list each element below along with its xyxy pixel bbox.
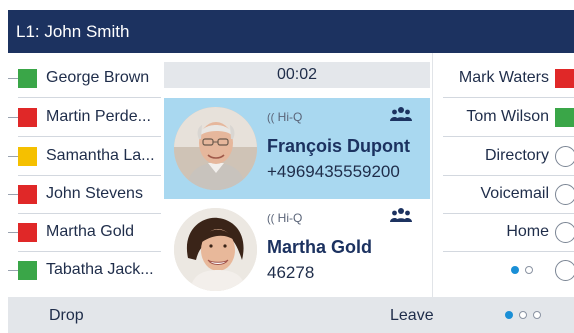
- line-key-martha-gold[interactable]: Martha Gold: [8, 213, 161, 251]
- page-dot-active: [505, 311, 513, 319]
- page-dot: [519, 311, 527, 319]
- avatar: [174, 208, 257, 291]
- left-line-keys: George Brown Martin Perde... Samantha La…: [8, 53, 161, 297]
- key-circle-icon: [555, 259, 574, 281]
- line-key-george-brown[interactable]: George Brown: [8, 59, 161, 97]
- call-item-held[interactable]: (( Hi-Q Martha Gold 46278: [164, 199, 430, 300]
- key-circle-icon: [555, 183, 574, 205]
- line-key-tabatha-jack[interactable]: Tabatha Jack...: [8, 251, 161, 289]
- key-circle-icon: [555, 221, 574, 243]
- line-key-label: John Stevens: [46, 185, 143, 202]
- audio-badge: Hi-Q: [277, 110, 303, 124]
- line-key-label: Tabatha Jack...: [46, 261, 154, 278]
- right-line-keys: Mark Waters Tom Wilson Directory Voicema…: [433, 53, 574, 297]
- line-key-martin-perde[interactable]: Martin Perde...: [8, 98, 161, 136]
- caller-name: François Dupont: [267, 136, 410, 156]
- phone-screen: L1: John Smith George Brown Martin Perde…: [0, 0, 574, 333]
- line-key-label: Directory: [484, 147, 549, 164]
- line-title-bar: L1: John Smith: [8, 10, 574, 53]
- key-tick: [8, 116, 18, 118]
- line-key-label: George Brown: [46, 69, 150, 86]
- key-tick: [8, 269, 18, 271]
- key-tick: [8, 77, 18, 79]
- presence-busy-icon: [18, 222, 37, 242]
- presence-available-icon: [18, 68, 37, 88]
- conference-group-icon: [390, 106, 412, 127]
- presence-busy-icon: [18, 107, 37, 127]
- presence-available-icon: [555, 107, 574, 127]
- page-dot-active: [511, 266, 519, 274]
- softkey-page-indicator[interactable]: [505, 311, 541, 319]
- avatar: [174, 107, 257, 190]
- caller-number: +4969435559200: [267, 162, 400, 181]
- key-directory[interactable]: Directory: [433, 137, 574, 175]
- key-voicemail[interactable]: Voicemail: [433, 175, 574, 213]
- line-label: L1: John Smith: [16, 22, 130, 41]
- call-item-active[interactable]: (( Hi-Q François Dupont +4969435559200: [164, 98, 430, 199]
- page-dot: [525, 266, 533, 274]
- presence-busy-icon: [18, 184, 37, 204]
- softkey-bar: Drop Leave: [8, 297, 574, 333]
- conference-group-icon: [390, 207, 412, 228]
- line-key-label: Tom Wilson: [466, 108, 549, 125]
- line-key-label: Martha Gold: [46, 223, 135, 240]
- call-timer: 00:02: [164, 62, 430, 88]
- line-key-samantha-la[interactable]: Samantha La...: [8, 137, 161, 175]
- key-tick: [8, 231, 18, 233]
- line-key-label: Mark Waters: [458, 69, 549, 86]
- presence-busy-icon: [555, 68, 574, 88]
- screen-bezel: [0, 0, 574, 8]
- line-key-label: Home: [506, 223, 549, 240]
- line-key-label: Martin Perde...: [46, 108, 151, 125]
- call-panel: 00:02 (( Hi-Q François Dupont +496943555…: [161, 53, 433, 297]
- hiq-audio-icon: (( Hi-Q: [267, 110, 303, 124]
- leave-softkey[interactable]: Leave: [390, 297, 434, 333]
- key-home[interactable]: Home: [433, 213, 574, 251]
- line-key-john-stevens[interactable]: John Stevens: [8, 175, 161, 213]
- line-key-label: Voicemail: [480, 185, 549, 202]
- presence-away-icon: [18, 146, 37, 166]
- page-dot: [533, 311, 541, 319]
- presence-available-icon: [18, 260, 37, 280]
- key-page-indicator: [511, 266, 533, 274]
- drop-softkey[interactable]: Drop: [49, 297, 84, 333]
- line-key-tom-wilson[interactable]: Tom Wilson: [433, 98, 574, 136]
- line-key-mark-waters[interactable]: Mark Waters: [433, 59, 574, 97]
- audio-badge: Hi-Q: [277, 211, 303, 225]
- caller-number: 46278: [267, 263, 315, 282]
- caller-name: Martha Gold: [267, 237, 373, 257]
- hiq-audio-icon: (( Hi-Q: [267, 211, 303, 225]
- line-key-label: Samantha La...: [46, 147, 155, 164]
- key-circle-icon: [555, 145, 574, 167]
- key-page-switch[interactable]: [433, 251, 574, 289]
- key-tick: [8, 155, 18, 157]
- key-tick: [8, 193, 18, 195]
